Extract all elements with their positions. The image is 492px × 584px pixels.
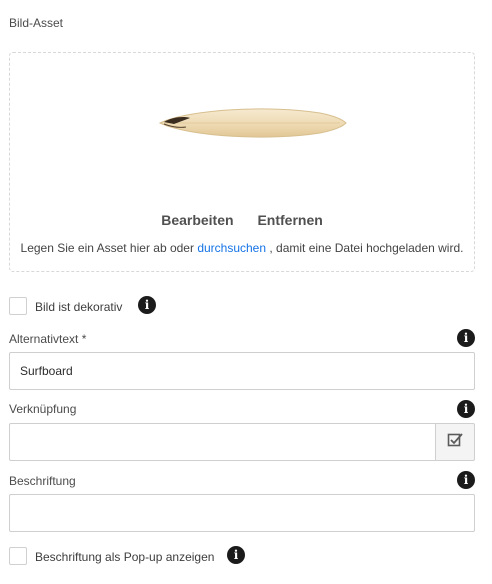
hint-text-before: Legen Sie ein Asset hier ab oder: [20, 241, 198, 255]
asset-actions: Bearbeiten Entfernen: [10, 212, 474, 228]
info-icon[interactable]: i: [138, 296, 156, 314]
caption-popup-checkbox[interactable]: [9, 547, 27, 565]
decorative-checkbox[interactable]: [9, 297, 27, 315]
info-icon[interactable]: i: [457, 471, 475, 489]
link-label: Verknüpfung: [9, 402, 77, 416]
caption-input[interactable]: [9, 494, 475, 532]
browse-link[interactable]: durchsuchen: [197, 241, 266, 255]
info-icon[interactable]: i: [457, 329, 475, 347]
upload-hint: Legen Sie ein Asset hier ab oder durchsu…: [10, 241, 474, 255]
caption-popup-label: Beschriftung als Pop-up anzeigen: [35, 550, 215, 564]
path-picker-button[interactable]: [435, 423, 475, 461]
surfboard-image: [150, 103, 350, 148]
edit-button[interactable]: Bearbeiten: [161, 212, 233, 228]
asset-dropzone[interactable]: Bearbeiten Entfernen Legen Sie ein Asset…: [9, 52, 475, 272]
info-icon[interactable]: i: [457, 400, 475, 418]
hint-text-after: , damit eine Datei hochgeladen wird.: [266, 241, 464, 255]
info-icon[interactable]: i: [227, 546, 245, 564]
caption-label: Beschriftung: [9, 474, 76, 488]
alt-text-label: Alternativtext *: [9, 332, 87, 346]
checkbox-picker-icon: [447, 432, 463, 453]
remove-button[interactable]: Entfernen: [257, 212, 322, 228]
asset-label: Bild-Asset: [9, 16, 64, 30]
decorative-label: Bild ist dekorativ: [35, 300, 123, 314]
link-input[interactable]: [9, 423, 436, 461]
alt-text-input[interactable]: Surfboard: [9, 352, 475, 390]
